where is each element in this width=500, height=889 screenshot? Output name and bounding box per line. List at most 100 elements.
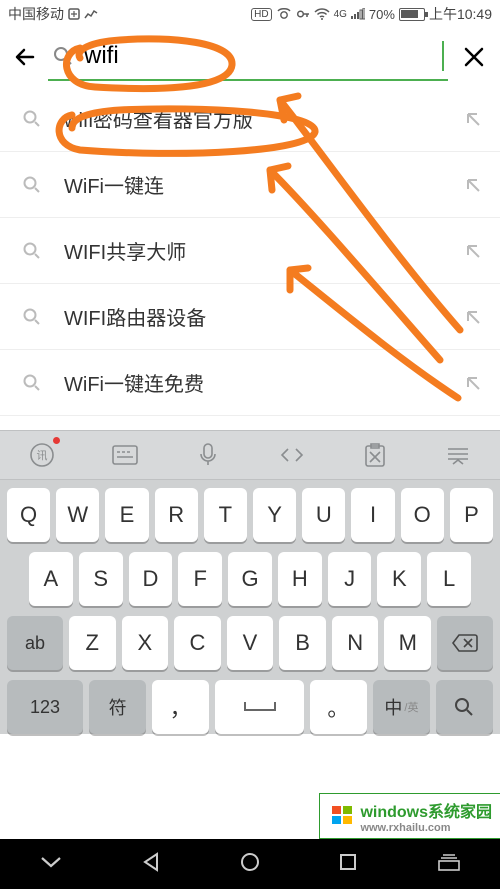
key-symbols[interactable]: 符 xyxy=(89,680,146,734)
search-icon xyxy=(22,241,42,261)
signal-bars-icon xyxy=(351,8,365,20)
key-comma[interactable]: ， xyxy=(152,680,209,734)
back-button[interactable] xyxy=(4,44,48,70)
watermark-text: windows系统家园 xyxy=(360,804,492,821)
key-p[interactable]: P xyxy=(450,488,493,542)
nav-home-button[interactable] xyxy=(239,851,261,878)
ime-logo-button[interactable]: 讯 xyxy=(12,435,72,475)
close-icon xyxy=(461,44,487,70)
key-search[interactable] xyxy=(436,680,493,734)
text-cursor xyxy=(442,41,444,71)
arrow-up-left-icon[interactable] xyxy=(464,176,482,194)
search-icon xyxy=(22,307,42,327)
collapse-icon xyxy=(445,444,471,466)
system-nav-bar xyxy=(0,839,500,889)
space-icon xyxy=(243,700,277,714)
nav-collapse-button[interactable] xyxy=(38,853,64,876)
key-b[interactable]: B xyxy=(279,616,326,670)
key-s[interactable]: S xyxy=(79,552,123,606)
battery-pct: 70% xyxy=(369,7,395,22)
key-v[interactable]: V xyxy=(227,616,274,670)
key-d[interactable]: D xyxy=(129,552,173,606)
square-recent-icon xyxy=(337,851,359,873)
key-w[interactable]: W xyxy=(56,488,99,542)
sim-icon xyxy=(68,8,80,20)
arrow-up-left-icon[interactable] xyxy=(464,308,482,326)
suggestion-item[interactable]: WIFI共享大师 xyxy=(0,218,500,284)
key-123[interactable]: 123 xyxy=(7,680,83,734)
graph-icon xyxy=(84,8,98,20)
key-shift[interactable]: ab xyxy=(7,616,63,670)
search-icon xyxy=(453,696,475,718)
key-l[interactable]: L xyxy=(427,552,471,606)
ime-code-button[interactable] xyxy=(262,435,322,475)
battery-icon xyxy=(399,8,425,21)
key-j[interactable]: J xyxy=(328,552,372,606)
key-f[interactable]: F xyxy=(178,552,222,606)
watermark-subtext: www.rxhailu.com xyxy=(360,822,492,834)
key-a[interactable]: A xyxy=(29,552,73,606)
suggestion-item[interactable]: wifi密码查看器官方版 xyxy=(0,86,500,152)
search-icon xyxy=(22,109,42,129)
key-space[interactable] xyxy=(215,680,304,734)
search-input[interactable]: wifi xyxy=(84,42,444,70)
search-field[interactable]: wifi xyxy=(48,33,448,81)
key-r[interactable]: R xyxy=(155,488,198,542)
ime-clipboard-button[interactable] xyxy=(345,435,405,475)
key-backspace[interactable] xyxy=(437,616,493,670)
key-k[interactable]: K xyxy=(377,552,421,606)
suggestion-text: WIFI共享大师 xyxy=(64,236,464,265)
ime-toolbar: 讯 xyxy=(0,430,500,480)
suggestion-item[interactable]: WiFi一键连 xyxy=(0,152,500,218)
hd-badge: HD xyxy=(251,8,271,21)
clipboard-cut-icon xyxy=(363,442,387,468)
nav-hide-button[interactable] xyxy=(436,851,462,878)
key-n[interactable]: N xyxy=(332,616,379,670)
wifi-icon xyxy=(314,7,330,21)
key-i[interactable]: I xyxy=(351,488,394,542)
arrow-left-icon xyxy=(13,44,39,70)
carrier-label: 中国移动 xyxy=(8,4,64,24)
key-o[interactable]: O xyxy=(401,488,444,542)
backspace-icon xyxy=(451,633,479,653)
code-icon xyxy=(278,444,306,466)
suggestion-item[interactable]: WIFI路由器设备 xyxy=(0,284,500,350)
iflytek-icon: 讯 xyxy=(29,442,55,468)
key-x[interactable]: X xyxy=(122,616,169,670)
key-icon xyxy=(296,7,310,21)
clock: 上午10:49 xyxy=(429,4,492,24)
key-m[interactable]: M xyxy=(384,616,431,670)
arrow-up-left-icon[interactable] xyxy=(464,374,482,392)
key-y[interactable]: Y xyxy=(253,488,296,542)
key-h[interactable]: H xyxy=(278,552,322,606)
key-q[interactable]: Q xyxy=(7,488,50,542)
nav-recent-button[interactable] xyxy=(337,851,359,878)
key-e[interactable]: E xyxy=(105,488,148,542)
key-c[interactable]: C xyxy=(174,616,221,670)
key-g[interactable]: G xyxy=(228,552,272,606)
clear-button[interactable] xyxy=(452,44,496,70)
status-bar: 中国移动 HD 4G 70% 上午10:49 xyxy=(0,0,500,28)
nav-back-button[interactable] xyxy=(141,851,163,878)
ime-voice-button[interactable] xyxy=(178,435,238,475)
ime-keyboard-button[interactable] xyxy=(95,435,155,475)
windows-logo-icon xyxy=(330,803,356,829)
key-language[interactable]: 中/英 xyxy=(373,680,430,734)
key-t[interactable]: T xyxy=(204,488,247,542)
arrow-up-left-icon[interactable] xyxy=(464,110,482,128)
chevron-down-icon xyxy=(38,853,64,871)
eye-icon xyxy=(276,7,292,21)
key-z[interactable]: Z xyxy=(69,616,116,670)
suggestion-text: WiFi一键连免费 xyxy=(64,368,464,397)
key-period[interactable]: 。 xyxy=(310,680,367,734)
arrow-up-left-icon[interactable] xyxy=(464,242,482,260)
triangle-back-icon xyxy=(141,851,163,873)
ime-collapse-button[interactable] xyxy=(428,435,488,475)
suggestion-text: WIFI路由器设备 xyxy=(64,302,464,331)
svg-text:讯: 讯 xyxy=(36,449,47,462)
search-bar: wifi xyxy=(0,28,500,86)
key-u[interactable]: U xyxy=(302,488,345,542)
drawer-icon xyxy=(436,851,462,873)
suggestion-item[interactable]: WiFi一键连免费 xyxy=(0,350,500,416)
search-icon xyxy=(22,175,42,195)
